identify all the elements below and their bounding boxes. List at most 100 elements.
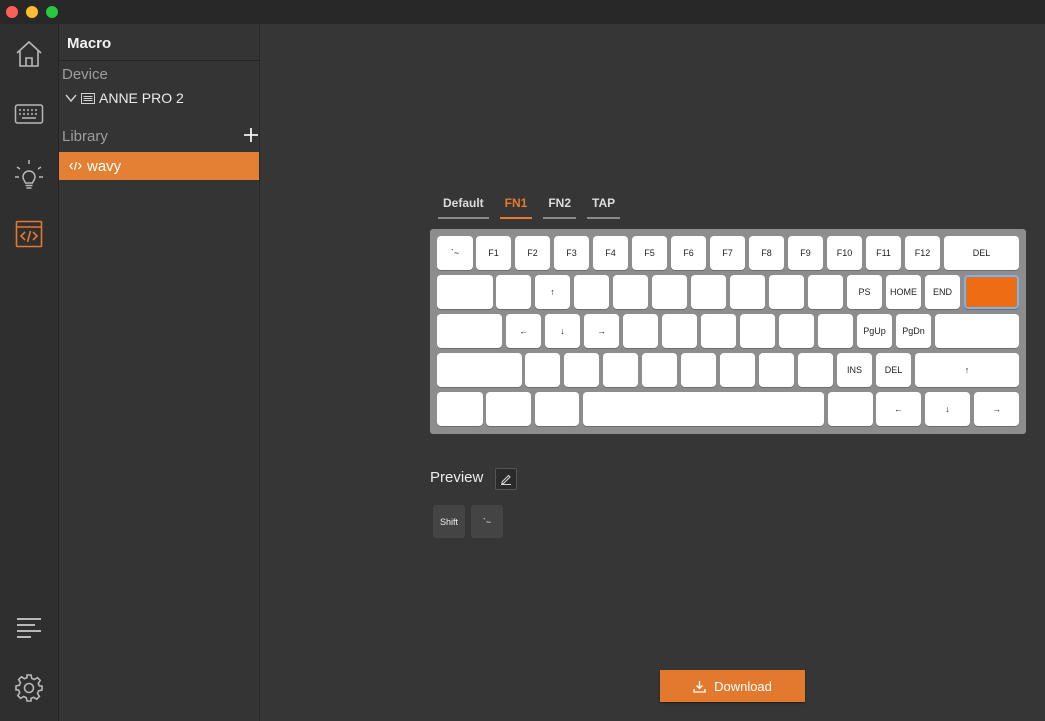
maximize-window-button[interactable] <box>46 6 58 18</box>
key[interactable] <box>486 392 531 426</box>
key[interactable]: ↓ <box>925 392 970 426</box>
key[interactable]: F11 <box>866 236 901 270</box>
key[interactable]: ← <box>506 314 541 348</box>
library-section-label: Library <box>62 128 108 145</box>
preview-key: `~ <box>471 505 503 538</box>
key[interactable]: F10 <box>827 236 862 270</box>
download-button[interactable]: Download <box>660 670 805 702</box>
key[interactable]: ↓ <box>545 314 580 348</box>
divider <box>59 60 259 61</box>
keyboard-layout: `~ F1 F2 F3 F4 F5 F6 F7 F8 F9 F10 F11 F12 DEL ↑ PS HOME E… <box>430 229 1026 434</box>
tab-fn2[interactable]: FN2 <box>543 196 577 219</box>
key[interactable] <box>691 275 726 309</box>
code-icon <box>15 220 43 248</box>
key[interactable] <box>613 275 648 309</box>
key[interactable]: F12 <box>905 236 940 270</box>
key[interactable]: F2 <box>515 236 550 270</box>
key[interactable] <box>437 314 502 348</box>
key[interactable] <box>564 353 599 387</box>
key[interactable]: F4 <box>593 236 628 270</box>
title-bar <box>0 0 1045 24</box>
pencil-icon <box>501 474 511 485</box>
code-icon <box>69 161 82 171</box>
key[interactable] <box>535 392 579 426</box>
key[interactable] <box>437 392 483 426</box>
nav-settings[interactable] <box>11 670 47 706</box>
key[interactable]: ↑ <box>915 353 1019 387</box>
tab-fn1[interactable]: FN1 <box>499 196 533 219</box>
gear-icon <box>15 674 43 702</box>
chevron-down-icon <box>65 94 77 103</box>
key[interactable]: DEL <box>876 353 911 387</box>
key[interactable]: PgDn <box>896 314 931 348</box>
key[interactable] <box>828 392 873 426</box>
key[interactable] <box>779 314 814 348</box>
key[interactable]: PgUp <box>857 314 892 348</box>
minimize-window-button[interactable] <box>26 6 38 18</box>
key[interactable] <box>623 314 658 348</box>
preview-key: Shift <box>433 505 465 538</box>
key[interactable]: ← <box>876 392 921 426</box>
key[interactable]: F1 <box>476 236 511 270</box>
key[interactable] <box>652 275 687 309</box>
key[interactable]: PS <box>847 275 882 309</box>
nav-home[interactable] <box>11 36 47 72</box>
key[interactable]: F7 <box>710 236 745 270</box>
tab-default[interactable]: Default <box>438 196 489 219</box>
icon-sidebar <box>0 24 59 721</box>
download-icon <box>693 680 706 693</box>
nav-macro[interactable] <box>11 216 47 252</box>
key[interactable] <box>583 392 824 426</box>
key[interactable] <box>964 275 1019 309</box>
key[interactable] <box>496 275 531 309</box>
key[interactable] <box>740 314 775 348</box>
key[interactable]: F6 <box>671 236 706 270</box>
preview-label: Preview <box>430 469 484 486</box>
key[interactable]: F9 <box>788 236 823 270</box>
key[interactable]: DEL <box>944 236 1019 270</box>
list-icon <box>17 618 41 638</box>
library-item-wavy[interactable]: wavy <box>59 152 259 180</box>
nav-log[interactable] <box>11 610 47 646</box>
plus-icon[interactable] <box>243 127 259 143</box>
key[interactable] <box>603 353 638 387</box>
key[interactable] <box>437 275 493 309</box>
key[interactable] <box>701 314 736 348</box>
key[interactable] <box>730 275 765 309</box>
key[interactable]: END <box>925 275 960 309</box>
key[interactable] <box>681 353 716 387</box>
key[interactable] <box>798 353 833 387</box>
key[interactable] <box>437 353 522 387</box>
tab-tap[interactable]: TAP <box>587 196 621 219</box>
key[interactable] <box>808 275 843 309</box>
key[interactable] <box>525 353 560 387</box>
key[interactable] <box>935 314 1019 348</box>
key[interactable]: → <box>974 392 1019 426</box>
close-window-button[interactable] <box>6 6 18 18</box>
key[interactable]: F8 <box>749 236 784 270</box>
key[interactable] <box>818 314 853 348</box>
key[interactable] <box>642 353 677 387</box>
key[interactable]: `~ <box>437 236 473 270</box>
device-section-label: Device <box>62 66 108 83</box>
layer-tabs: Default FN1 FN2 TAP <box>438 196 631 219</box>
key[interactable]: ↑ <box>535 275 570 309</box>
key[interactable] <box>720 353 755 387</box>
key[interactable]: HOME <box>886 275 921 309</box>
key[interactable] <box>769 275 804 309</box>
home-icon <box>16 40 42 67</box>
key[interactable]: → <box>584 314 619 348</box>
key[interactable]: INS <box>837 353 872 387</box>
key[interactable] <box>574 275 609 309</box>
edit-preview-button[interactable] <box>495 468 517 490</box>
nav-lighting[interactable] <box>11 156 47 192</box>
library-item-label: wavy <box>87 157 122 175</box>
key[interactable]: F5 <box>632 236 667 270</box>
panel-title: Macro <box>67 35 112 52</box>
key[interactable] <box>759 353 794 387</box>
key[interactable] <box>662 314 697 348</box>
key[interactable]: F3 <box>554 236 589 270</box>
keyboard-icon <box>14 104 44 124</box>
nav-keyboard[interactable] <box>11 96 47 132</box>
device-tree-item[interactable]: ANNE PRO 2 <box>65 90 184 106</box>
